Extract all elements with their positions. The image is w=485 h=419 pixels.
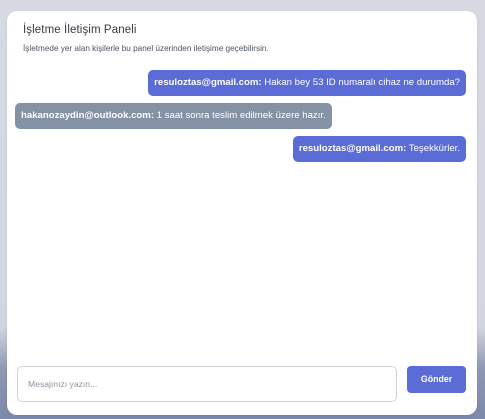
panel-subtitle: İşletmede yer alan kişilerle bu panel üz… [23,44,269,53]
message-row: hakanozaydin@outlook.com: 1 saat sonra t… [15,103,466,129]
message-sender: resuloztas@gmail.com: [298,143,407,154]
message-input-wrapper [17,366,397,402]
send-button[interactable]: Gönder [407,366,466,393]
message-text: 1 saat sonra teslim edilmek üzere hazır. [154,110,326,121]
panel-title: İşletme İletişim Paneli [23,24,137,36]
message-input[interactable] [18,367,396,401]
outgoing-message: resuloztas@gmail.com: Hakan bey 53 ID nu… [148,70,466,96]
message-text: Teşekkürler. [406,143,460,154]
message-row: resuloztas@gmail.com: Teşekkürler. [15,136,466,162]
contact-panel: İşletme İletişim Paneli İşletmede yer al… [7,11,477,415]
message-sender: resuloztas@gmail.com: [154,77,262,88]
message-list: resuloztas@gmail.com: Hakan bey 53 ID nu… [15,70,466,169]
message-text: Hakan bey 53 ID numaralı cihaz ne durumd… [261,77,460,88]
message-sender: hakanozaydin@outlook.com: [21,110,155,121]
outgoing-message: resuloztas@gmail.com: Teşekkürler. [292,136,466,162]
message-row: resuloztas@gmail.com: Hakan bey 53 ID nu… [15,70,466,96]
message-composer: Gönder [17,366,467,404]
incoming-message: hakanozaydin@outlook.com: 1 saat sonra t… [15,103,332,129]
